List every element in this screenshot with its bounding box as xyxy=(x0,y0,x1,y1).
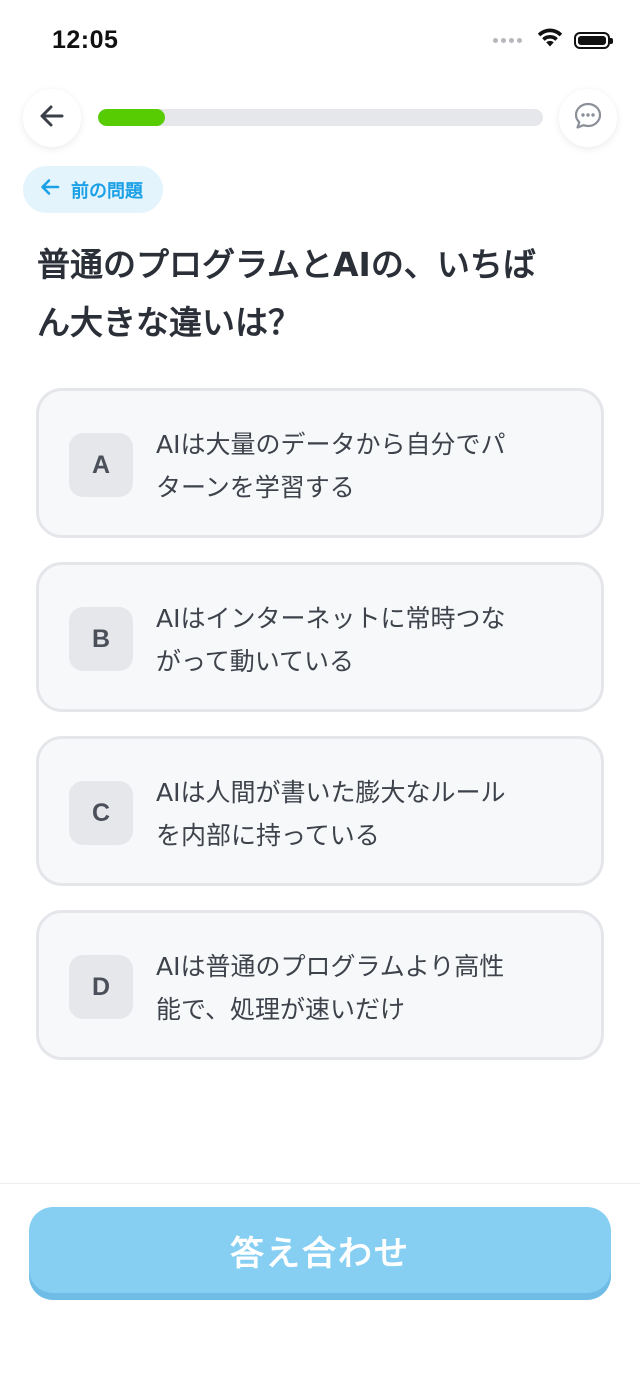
option-c[interactable]: C AIは人間が書いた膨大なルール を内部に持っている xyxy=(36,736,604,886)
option-text-line-2: がって動いている xyxy=(156,647,355,676)
option-text: AIは普通のプログラムより高性 能で、処理が速いだけ xyxy=(156,945,566,1031)
battery-icon xyxy=(574,31,613,49)
previous-question-button[interactable]: 前の問題 xyxy=(23,166,163,213)
option-text: AIは人間が書いた膨大なルール を内部に持っている xyxy=(156,771,566,857)
back-button[interactable] xyxy=(23,89,81,147)
option-b[interactable]: B AIはインターネットに常時つな がって動いている xyxy=(36,562,604,712)
chat-button[interactable] xyxy=(559,89,617,147)
option-d[interactable]: D AIは普通のプログラムより高性 能で、処理が速いだけ xyxy=(36,910,604,1060)
option-text-line-2: ターンを学習する xyxy=(156,473,355,502)
option-text-line-2: を内部に持っている xyxy=(156,821,380,850)
option-letter: A xyxy=(69,433,133,497)
previous-question-label: 前の問題 xyxy=(71,180,143,202)
footer-divider xyxy=(0,1183,640,1184)
option-text-line-1: AIは普通のプログラムより高性 xyxy=(156,952,505,981)
option-letter: B xyxy=(69,607,133,671)
option-text-line-2: 能で、処理が速いだけ xyxy=(156,995,406,1024)
option-letter: C xyxy=(69,781,133,845)
question-line-2: ん大きな違いは？ xyxy=(37,303,301,342)
option-letter: D xyxy=(69,955,133,1019)
option-text-line-1: AIはインターネットに常時つな xyxy=(156,604,506,633)
question-line-1: 普通のプログラムとAIの、いちば xyxy=(37,245,536,284)
option-text: AIは大量のデータから自分でパ ターンを学習する xyxy=(156,423,566,509)
chat-bubble-icon xyxy=(573,101,603,135)
arrow-left-icon xyxy=(39,176,61,203)
wifi-icon xyxy=(536,28,564,52)
status-icons xyxy=(493,28,613,52)
option-text-line-1: AIは大量のデータから自分でパ xyxy=(156,430,506,459)
question-text: 普通のプログラムとAIの、いちば ん大きな違いは？ xyxy=(37,236,612,352)
status-bar: 12:05 xyxy=(0,0,640,84)
arrow-left-icon xyxy=(38,102,66,134)
status-time: 12:05 xyxy=(52,26,119,54)
progress-bar xyxy=(98,109,543,126)
answer-options: A AIは大量のデータから自分でパ ターンを学習する B AIはインターネットに… xyxy=(36,388,604,1084)
signal-dots-icon xyxy=(493,37,522,43)
option-text-line-1: AIは人間が書いた膨大なルール xyxy=(156,778,506,807)
progress-fill xyxy=(98,109,165,126)
option-text: AIはインターネットに常時つな がって動いている xyxy=(156,597,566,683)
check-answer-button[interactable]: 答え合わせ xyxy=(29,1207,611,1293)
option-a[interactable]: A AIは大量のデータから自分でパ ターンを学習する xyxy=(36,388,604,538)
